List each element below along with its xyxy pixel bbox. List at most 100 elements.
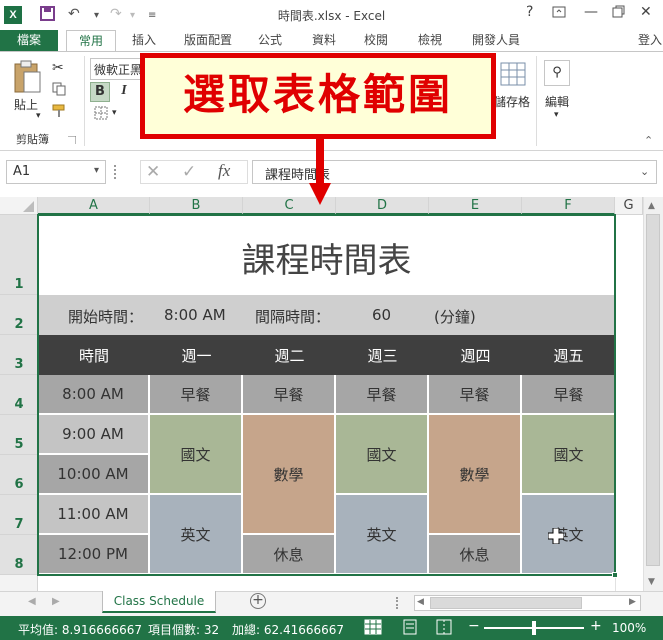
scroll-down-icon[interactable]: ▼ — [648, 577, 655, 587]
format-cells-icon[interactable] — [500, 62, 526, 89]
interval-unit[interactable]: (分鐘) — [434, 306, 476, 327]
normal-view-icon[interactable] — [364, 619, 382, 638]
vertical-scroll-thumb[interactable] — [646, 214, 660, 566]
time-cell[interactable]: 12:00 PM — [38, 535, 150, 575]
row-header-4[interactable]: 4 — [0, 375, 38, 415]
scroll-up-icon[interactable]: ▲ — [648, 201, 655, 211]
row-header-7[interactable]: 7 — [0, 495, 38, 535]
header-thursday[interactable]: 週四 — [429, 335, 522, 375]
name-box-dropdown-icon[interactable]: ▾ — [94, 165, 99, 176]
status-count[interactable]: 項目個數: 32 — [148, 621, 219, 638]
interval-label[interactable]: 間隔時間： — [255, 306, 330, 327]
status-sum[interactable]: 加總: 62.41666667 — [232, 621, 344, 638]
class-cell-rest[interactable]: 休息 — [243, 535, 336, 575]
class-cell-breakfast[interactable]: 早餐 — [243, 375, 336, 415]
time-cell[interactable]: 8:00 AM — [38, 375, 150, 415]
tab-formulas[interactable]: 公式 — [252, 30, 288, 52]
row-header-5[interactable]: 5 — [0, 415, 38, 455]
time-cell[interactable]: 9:00 AM — [38, 415, 150, 455]
class-cell-english[interactable]: 英文 — [522, 495, 615, 575]
header-wednesday[interactable]: 週三 — [336, 335, 429, 375]
scroll-right-icon[interactable]: ▶ — [629, 597, 636, 607]
cut-icon[interactable]: ✂ — [52, 60, 64, 76]
header-time[interactable]: 時間 — [38, 335, 150, 375]
collapse-ribbon-icon[interactable]: ⌃ — [644, 134, 653, 147]
ribbon-display-icon[interactable] — [552, 6, 566, 22]
bold-button[interactable]: B — [90, 82, 110, 102]
restore-icon[interactable] — [612, 5, 625, 22]
column-header-a[interactable]: A — [38, 197, 150, 215]
expand-formula-bar-icon[interactable]: ⌄ — [640, 165, 649, 178]
zoom-slider-thumb[interactable] — [532, 621, 536, 635]
sheet-tab-class-schedule[interactable]: Class Schedule — [102, 591, 216, 613]
schedule-title[interactable]: 課程時間表 — [38, 215, 615, 295]
status-average[interactable]: 平均值: 8.916666667 — [18, 621, 142, 638]
header-tuesday[interactable]: 週二 — [243, 335, 336, 375]
class-cell-breakfast[interactable]: 早餐 — [150, 375, 243, 415]
class-cell-breakfast[interactable]: 早餐 — [522, 375, 615, 415]
find-binoculars-icon[interactable]: ⚲ — [544, 60, 570, 86]
column-header-d[interactable]: D — [336, 197, 429, 215]
column-header-b[interactable]: B — [150, 197, 243, 215]
row-header-2[interactable]: 2 — [0, 295, 38, 335]
select-all-corner[interactable] — [0, 197, 38, 215]
minimize-icon[interactable]: — — [584, 4, 598, 20]
page-layout-view-icon[interactable] — [402, 619, 418, 638]
row-header-6[interactable]: 6 — [0, 455, 38, 495]
row-header-3[interactable]: 3 — [0, 335, 38, 375]
scroll-left-icon[interactable]: ◀ — [417, 597, 424, 607]
class-cell-breakfast[interactable]: 早餐 — [429, 375, 522, 415]
tab-developer[interactable]: 開發人員 — [466, 30, 526, 52]
horizontal-scroll-thumb[interactable] — [430, 597, 582, 609]
borders-dropdown-icon[interactable]: ▾ — [112, 108, 117, 118]
start-time-label[interactable]: 開始時間： — [68, 306, 143, 327]
confirm-entry-icon[interactable]: ✓ — [182, 162, 196, 182]
paste-icon[interactable] — [12, 60, 42, 97]
tab-review[interactable]: 校閱 — [358, 30, 394, 52]
clipboard-launcher-icon[interactable] — [68, 133, 77, 147]
column-header-g[interactable]: G — [615, 197, 643, 215]
header-friday[interactable]: 週五 — [522, 335, 615, 375]
tab-page-layout[interactable]: 版面配置 — [178, 30, 238, 52]
new-sheet-icon[interactable]: + — [250, 593, 266, 609]
editing-button[interactable]: 編輯 — [545, 93, 569, 110]
borders-icon[interactable] — [94, 106, 108, 123]
formula-bar-splitter[interactable] — [114, 165, 117, 179]
font-name-select[interactable]: 微軟正黑 — [90, 58, 144, 80]
italic-button[interactable]: I — [114, 82, 134, 102]
tab-view[interactable]: 檢視 — [412, 30, 448, 52]
class-cell-english[interactable]: 英文 — [336, 495, 429, 575]
class-cell-english[interactable]: 英文 — [150, 495, 243, 575]
signin-link[interactable]: 登入 — [632, 30, 662, 52]
time-cell[interactable]: 11:00 AM — [38, 495, 150, 535]
start-time-value[interactable]: 8:00 AM — [164, 306, 226, 324]
cell-styles-button[interactable]: 儲存格 — [494, 93, 530, 110]
tab-splitter[interactable] — [396, 597, 399, 609]
cancel-entry-icon[interactable]: ✕ — [146, 162, 160, 182]
tab-insert[interactable]: 插入 — [126, 30, 162, 52]
sheet-next-icon[interactable]: ▶ — [52, 596, 60, 607]
class-cell-breakfast[interactable]: 早餐 — [336, 375, 429, 415]
header-monday[interactable]: 週一 — [150, 335, 243, 375]
interval-value[interactable]: 60 — [372, 306, 391, 324]
column-g-cells[interactable] — [615, 215, 643, 591]
fill-handle[interactable] — [612, 572, 618, 578]
editing-dropdown-icon[interactable]: ▾ — [554, 110, 559, 120]
column-header-e[interactable]: E — [429, 197, 522, 215]
sheet-prev-icon[interactable]: ◀ — [28, 596, 36, 607]
time-cell[interactable]: 10:00 AM — [38, 455, 150, 495]
zoom-in-icon[interactable]: + — [590, 618, 602, 634]
tab-data[interactable]: 資料 — [306, 30, 342, 52]
zoom-out-icon[interactable]: − — [468, 618, 480, 634]
row-header-8[interactable]: 8 — [0, 535, 38, 575]
copy-icon[interactable] — [52, 82, 66, 99]
class-cell-chinese[interactable]: 國文 — [150, 415, 243, 495]
page-break-view-icon[interactable] — [436, 619, 452, 638]
class-cell-math[interactable]: 數學 — [429, 415, 522, 535]
class-cell-chinese[interactable]: 國文 — [336, 415, 429, 495]
close-icon[interactable]: ✕ — [640, 4, 652, 20]
column-header-f[interactable]: F — [522, 197, 615, 215]
help-button[interactable]: ? — [526, 4, 533, 20]
tab-file[interactable]: 檔案 — [0, 30, 58, 52]
class-cell-chinese[interactable]: 國文 — [522, 415, 615, 495]
